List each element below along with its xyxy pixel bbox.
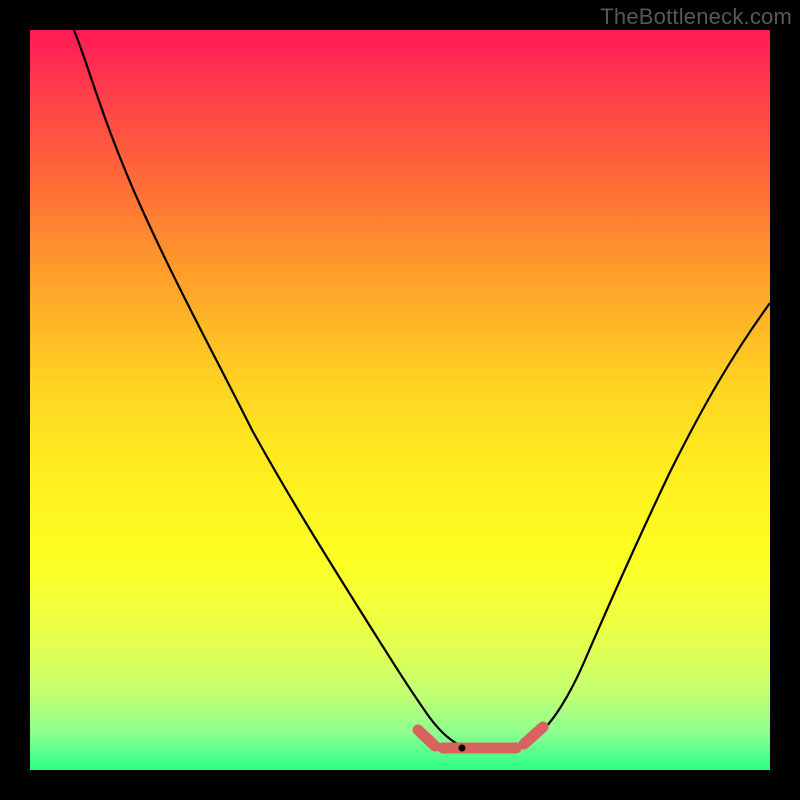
minimum-point-dot bbox=[459, 745, 466, 752]
chart-overlay bbox=[30, 30, 770, 770]
flat-region-markers bbox=[418, 727, 543, 748]
flat-marker-segment bbox=[418, 730, 435, 746]
bottleneck-curve bbox=[74, 30, 770, 750]
flat-marker-segment bbox=[524, 727, 543, 744]
watermark-text: TheBottleneck.com bbox=[600, 4, 792, 30]
chart-frame: TheBottleneck.com bbox=[0, 0, 800, 800]
